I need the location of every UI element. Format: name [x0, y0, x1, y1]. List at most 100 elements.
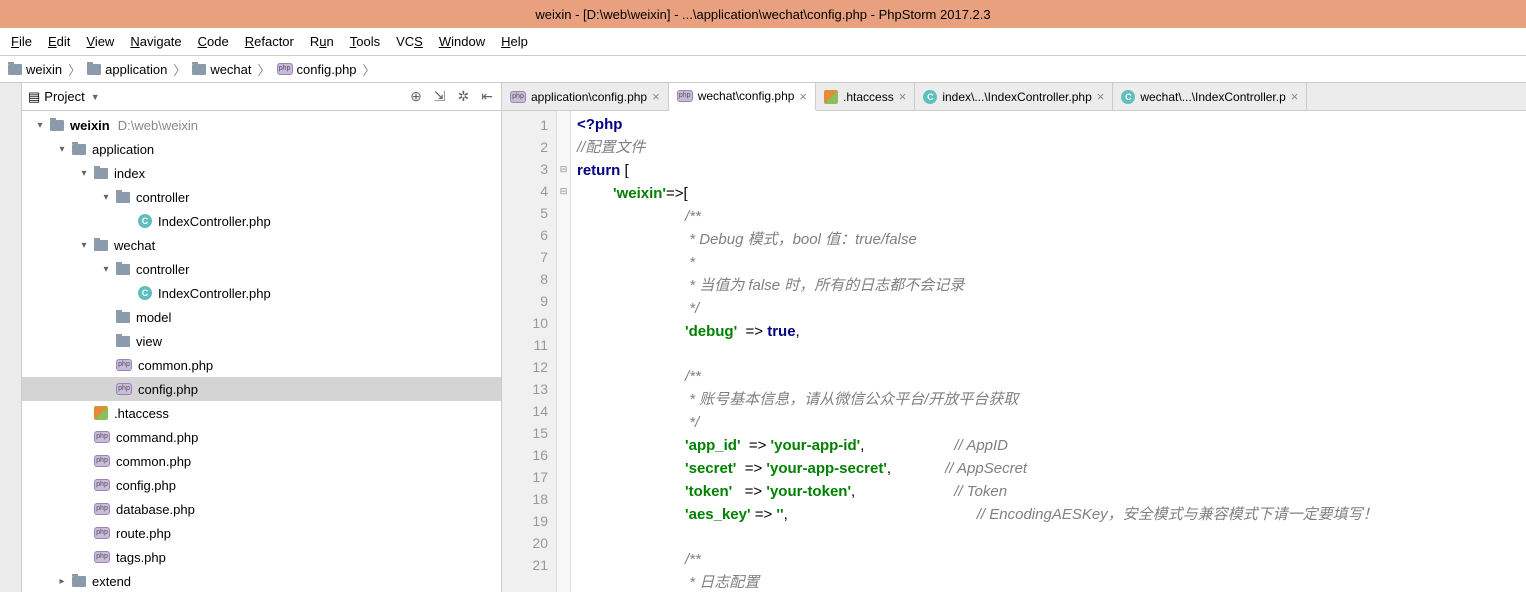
fold-mark[interactable]: ⊟ [557, 158, 570, 180]
locate-icon[interactable]: ⊕ [408, 86, 424, 107]
close-icon[interactable]: × [899, 89, 907, 104]
editor-tab[interactable]: Cwechat\...\IndexController.p × [1113, 83, 1307, 110]
line-number[interactable]: 6 [502, 224, 548, 246]
tree-label: command.php [116, 430, 198, 445]
titlebar: weixin - [D:\web\weixin] - ...\applicati… [0, 0, 1526, 28]
tree-row[interactable]: phptags.php [22, 545, 501, 569]
tree-label: IndexController.php [158, 286, 271, 301]
menu-help[interactable]: Help [493, 31, 536, 52]
line-number[interactable]: 11 [502, 334, 548, 356]
tab-label: index\...\IndexController.php [942, 90, 1091, 104]
tree-row[interactable]: phpcommand.php [22, 425, 501, 449]
tree-row[interactable]: ▾application [22, 137, 501, 161]
editor-tab[interactable]: phpapplication\config.php× [502, 83, 669, 110]
sidebar-header: ▤ Project ▼ ⊕ ⇲ ✲ ⇤ [22, 83, 501, 111]
editor-tab[interactable]: .htaccess× [816, 83, 915, 110]
line-number[interactable]: 2 [502, 136, 548, 158]
line-number[interactable]: 21 [502, 554, 548, 576]
line-number[interactable]: 13 [502, 378, 548, 400]
tree-row[interactable]: ▾index [22, 161, 501, 185]
line-number[interactable]: 15 [502, 422, 548, 444]
menu-navigate[interactable]: Navigate [122, 31, 189, 52]
fold-mark[interactable]: ⊟ [557, 180, 570, 202]
menu-code[interactable]: Code [190, 31, 237, 52]
tree-row[interactable]: view [22, 329, 501, 353]
code-editor[interactable]: <?php //配置文件 return [ 'weixin'=>[ /** * … [571, 111, 1526, 592]
breadcrumb-item[interactable]: phpconfig.php [273, 62, 361, 77]
fold-mark [557, 136, 570, 158]
tab-label: wechat\...\IndexController.p [1140, 90, 1285, 104]
close-icon[interactable]: × [1291, 89, 1299, 104]
line-number[interactable]: 17 [502, 466, 548, 488]
class-icon: C [138, 214, 152, 228]
tree-row[interactable]: phpcommon.php [22, 449, 501, 473]
line-number[interactable]: 19 [502, 510, 548, 532]
hide-icon[interactable]: ⇤ [479, 86, 495, 107]
tree-row[interactable]: ▸extend [22, 569, 501, 592]
collapse-icon[interactable]: ⇲ [432, 86, 448, 107]
tree-label: controller [136, 190, 189, 205]
breadcrumb-item[interactable]: weixin [4, 62, 66, 77]
sidebar-strip[interactable] [0, 83, 22, 592]
project-tree[interactable]: ▾weixinD:\web\weixin▾application▾index▾c… [22, 111, 501, 592]
tree-arrow-icon[interactable]: ▾ [78, 168, 90, 179]
menu-edit[interactable]: Edit [40, 31, 78, 52]
line-number[interactable]: 3 [502, 158, 548, 180]
line-number[interactable]: 7 [502, 246, 548, 268]
tree-row[interactable]: .htaccess [22, 401, 501, 425]
tree-row[interactable]: phpcommon.php [22, 353, 501, 377]
tree-row[interactable]: CIndexController.php [22, 281, 501, 305]
tree-row[interactable]: ▾weixinD:\web\weixin [22, 113, 501, 137]
gear-icon[interactable]: ✲ [456, 86, 472, 107]
line-number[interactable]: 4 [502, 180, 548, 202]
tree-row[interactable]: ▾ controller [22, 185, 501, 209]
tree-row[interactable]: phpconfig.php [22, 473, 501, 497]
line-number[interactable]: 9 [502, 290, 548, 312]
line-number[interactable]: 5 [502, 202, 548, 224]
tree-row[interactable]: ▾controller [22, 257, 501, 281]
breadcrumb-item[interactable]: wechat [188, 62, 255, 77]
close-icon[interactable]: × [799, 89, 807, 104]
tree-arrow-icon[interactable]: ▾ [78, 240, 90, 251]
menu-tools[interactable]: Tools [342, 31, 388, 52]
tree-arrow-icon[interactable]: ▸ [56, 576, 68, 587]
tree-label: common.php [116, 454, 191, 469]
tree-label: config.php [116, 478, 176, 493]
tree-arrow-icon[interactable]: ▾ [34, 120, 46, 131]
line-number[interactable]: 12 [502, 356, 548, 378]
tree-label: wechat [114, 238, 155, 253]
sidebar-title[interactable]: ▤ Project ▼ [28, 89, 100, 105]
tree-row[interactable]: ▾ wechat [22, 233, 501, 257]
breadcrumb: weixin〉application〉wechat〉phpconfig.php〉 [0, 56, 1526, 83]
tree-arrow-icon[interactable]: ▾ [100, 264, 112, 275]
tree-row[interactable]: model [22, 305, 501, 329]
tree-arrow-icon[interactable]: ▾ [56, 144, 68, 155]
line-number[interactable]: 10 [502, 312, 548, 334]
line-number[interactable]: 16 [502, 444, 548, 466]
menu-file[interactable]: File [3, 31, 40, 52]
tree-row[interactable]: phpconfig.php [22, 377, 501, 401]
close-icon[interactable]: × [652, 89, 660, 104]
line-number[interactable]: 20 [502, 532, 548, 554]
breadcrumb-item[interactable]: application [83, 62, 171, 77]
line-number[interactable]: 8 [502, 268, 548, 290]
breadcrumb-label: weixin [26, 62, 62, 77]
line-number[interactable]: 1 [502, 114, 548, 136]
menu-refactor[interactable]: Refactor [237, 31, 302, 52]
tree-arrow-icon[interactable]: ▾ [100, 192, 112, 203]
tree-row[interactable]: phpdatabase.php [22, 497, 501, 521]
close-icon[interactable]: × [1097, 89, 1105, 104]
menu-view[interactable]: View [78, 31, 122, 52]
line-number[interactable]: 14 [502, 400, 548, 422]
code-line: //配置文件 [577, 139, 645, 156]
menu-window[interactable]: Window [431, 31, 493, 52]
editor-tab[interactable]: phpwechat\config.php× [669, 83, 816, 111]
line-number[interactable]: 18 [502, 488, 548, 510]
editor-tab[interactable]: Cindex\...\IndexController.php× [915, 83, 1113, 110]
tree-row[interactable]: phproute.php [22, 521, 501, 545]
class-icon: C [1121, 90, 1135, 104]
menu-run[interactable]: Run [302, 31, 342, 52]
tree-row[interactable]: CIndexController.php [22, 209, 501, 233]
menu-vcs[interactable]: VCS [388, 31, 431, 52]
editor-area: phpapplication\config.php×phpwechat\conf… [502, 83, 1526, 592]
